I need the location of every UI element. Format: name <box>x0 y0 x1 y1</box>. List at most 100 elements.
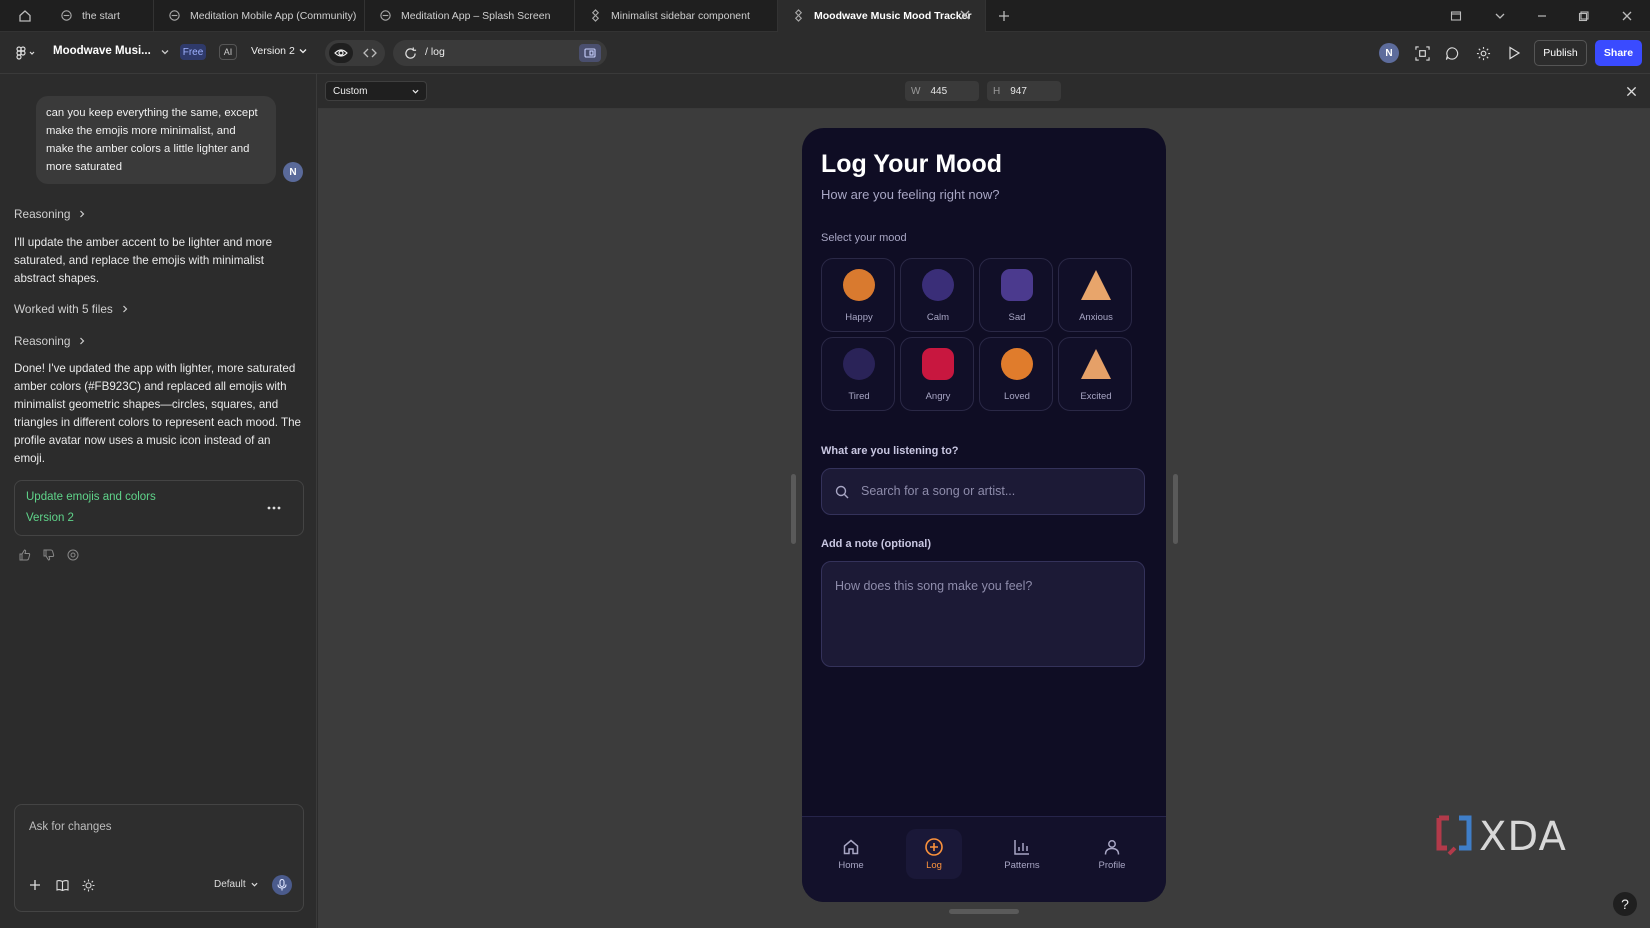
mood-label: Tired <box>848 391 870 402</box>
note-textarea[interactable]: How does this song make you feel? <box>821 561 1145 667</box>
plus-icon[interactable] <box>27 877 43 893</box>
nav-home[interactable]: Home <box>823 829 879 879</box>
help-button[interactable]: ? <box>1613 892 1637 916</box>
thumbs-up-icon[interactable] <box>18 548 32 562</box>
chat-input[interactable]: Ask for changes <box>29 821 289 833</box>
model-select-label: Default <box>214 879 246 890</box>
new-tab-icon[interactable] <box>996 8 1012 24</box>
browser-tab-bar: the start Meditation Mobile App (Communi… <box>0 0 1650 32</box>
close-icon[interactable] <box>1624 84 1638 98</box>
nav-profile[interactable]: Profile <box>1084 829 1140 879</box>
height-label: H <box>993 85 1001 97</box>
mood-option-happy[interactable]: Happy <box>821 258 895 332</box>
mood-option-excited[interactable]: Excited <box>1058 337 1132 411</box>
nav-log[interactable]: Log <box>906 829 962 879</box>
chevron-down-icon[interactable] <box>160 47 170 57</box>
resize-handle-right[interactable] <box>1173 474 1178 544</box>
share-button[interactable]: Share <box>1595 40 1642 66</box>
tab-label: Meditation App – Splash Screen <box>401 10 551 22</box>
mood-option-loved[interactable]: Loved <box>979 337 1053 411</box>
chevron-right-icon <box>121 305 129 313</box>
tab-minimalist-sidebar[interactable]: Minimalist sidebar component <box>575 0 778 32</box>
height-field[interactable]: H 947 <box>987 81 1061 101</box>
home-icon[interactable] <box>17 8 33 24</box>
window-close-icon[interactable] <box>1619 8 1635 24</box>
version-card-title: Update emojis and colors <box>26 491 156 503</box>
chevron-down-icon[interactable] <box>1492 8 1508 24</box>
device-preview-icon[interactable] <box>579 44 601 62</box>
component-icon <box>792 9 806 23</box>
triangle-shape-icon <box>1080 348 1112 380</box>
song-search-placeholder: Search for a song or artist... <box>861 484 1016 498</box>
url-bar[interactable]: / log <box>393 40 607 66</box>
thumbs-down-icon[interactable] <box>42 548 56 562</box>
refresh-icon[interactable] <box>403 46 417 60</box>
project-name[interactable]: Moodwave Musi... <box>53 45 151 57</box>
close-icon[interactable] <box>959 9 973 23</box>
nav-profile-label: Profile <box>1098 859 1126 871</box>
figma-icon <box>379 9 393 23</box>
chevron-down-icon <box>299 47 307 55</box>
user-avatar[interactable]: N <box>1379 43 1399 63</box>
mood-label: Loved <box>1004 391 1030 402</box>
nav-home-label: Home <box>838 859 864 871</box>
chevron-down-icon <box>412 88 419 95</box>
note-label: Add a note (optional) <box>821 538 931 550</box>
code-icon[interactable] <box>358 43 382 63</box>
restore-icon[interactable] <box>66 548 80 562</box>
page-subtitle: How are you feeling right now? <box>821 187 1000 202</box>
width-field[interactable]: W 445 <box>905 81 979 101</box>
view-toggle <box>325 40 385 66</box>
more-options-icon[interactable] <box>265 501 283 515</box>
window-layout-icon[interactable] <box>1448 8 1464 24</box>
watermark-text: XDA <box>1479 814 1567 860</box>
figma-menu-icon[interactable] <box>14 45 40 61</box>
xda-watermark: XDA <box>1435 814 1567 860</box>
note-placeholder: How does this song make you feel? <box>835 579 1033 593</box>
resize-handle-left[interactable] <box>791 474 796 544</box>
gear-icon[interactable] <box>1474 44 1492 62</box>
tab-the-start[interactable]: the start <box>46 0 154 32</box>
mood-option-tired[interactable]: Tired <box>821 337 895 411</box>
microphone-icon[interactable] <box>272 875 292 895</box>
mood-option-calm[interactable]: Calm <box>900 258 974 332</box>
reasoning-toggle[interactable]: Reasoning <box>14 334 86 348</box>
height-value: 947 <box>1010 85 1027 97</box>
editor-toolbar: Moodwave Musi... Free AI Version 2 / log… <box>0 32 1650 74</box>
mood-option-sad[interactable]: Sad <box>979 258 1053 332</box>
publish-button[interactable]: Publish <box>1534 40 1587 66</box>
sparkle-icon[interactable] <box>80 877 96 893</box>
reasoning-toggle[interactable]: Reasoning <box>14 207 86 221</box>
song-search-input[interactable]: Search for a song or artist... <box>821 468 1145 515</box>
search-icon <box>835 485 849 499</box>
mood-label: Sad <box>1008 312 1026 323</box>
device-select[interactable]: Custom <box>325 81 427 101</box>
resize-handle-bottom[interactable] <box>949 909 1019 914</box>
xda-logo-icon <box>1436 815 1472 856</box>
assistant-response: Done! I've updated the app with lighter,… <box>14 362 302 465</box>
width-value: 445 <box>930 85 948 97</box>
tab-meditation-mobile-app[interactable]: Meditation Mobile App (Community) <box>154 0 365 32</box>
tab-label: Minimalist sidebar component <box>611 10 750 22</box>
version-label: Version 2 <box>251 45 295 57</box>
version-select[interactable]: Version 2 <box>251 45 307 57</box>
circle-shape-icon <box>843 269 875 301</box>
tab-moodwave[interactable]: Moodwave Music Mood Tracker <box>778 0 986 32</box>
nav-patterns[interactable]: Patterns <box>994 829 1050 879</box>
assistant-response: I'll update the amber accent to be light… <box>14 236 273 285</box>
worked-files-label: Worked with 5 files <box>14 302 113 316</box>
mood-option-angry[interactable]: Angry <box>900 337 974 411</box>
book-icon[interactable] <box>54 877 70 893</box>
minimize-icon[interactable] <box>1534 8 1550 24</box>
maximize-icon[interactable] <box>1576 8 1592 24</box>
tab-meditation-splash[interactable]: Meditation App – Splash Screen <box>365 0 575 32</box>
mood-option-anxious[interactable]: Anxious <box>1058 258 1132 332</box>
comment-icon[interactable] <box>1443 44 1461 62</box>
page-title: Log Your Mood <box>821 150 1002 178</box>
version-card[interactable]: Update emojis and colors Version 2 <box>14 480 304 536</box>
model-select[interactable]: Default <box>214 879 258 890</box>
play-icon[interactable] <box>1505 44 1523 62</box>
worked-files-toggle[interactable]: Worked with 5 files <box>14 302 129 316</box>
inspect-icon[interactable] <box>1413 44 1431 62</box>
eye-icon[interactable] <box>329 43 353 63</box>
